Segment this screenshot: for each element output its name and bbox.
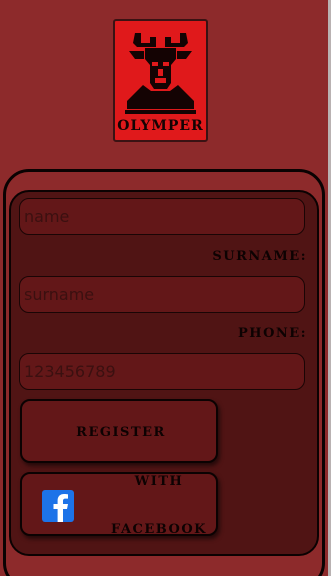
name-input[interactable] — [19, 198, 305, 235]
facebook-label-line2: FACEBOOK — [111, 522, 207, 537]
surname-input[interactable] — [19, 276, 305, 313]
logo-text: OLYMPER — [117, 118, 204, 134]
registration-page: OLYMPER SURNAME: PHONE: REGISTER WITH FA… — [0, 0, 331, 576]
olymper-logo: OLYMPER — [113, 19, 208, 142]
register-button[interactable]: REGISTER — [20, 399, 218, 463]
facebook-icon — [42, 490, 74, 522]
facebook-label-line1: WITH — [134, 474, 184, 489]
phone-input[interactable] — [19, 353, 305, 390]
bull-head-icon — [125, 33, 196, 114]
phone-label: PHONE: — [238, 326, 307, 341]
facebook-button-label: WITH FACEBOOK — [94, 474, 224, 544]
register-button-label: REGISTER — [76, 425, 166, 440]
surname-label: SURNAME: — [212, 249, 307, 264]
